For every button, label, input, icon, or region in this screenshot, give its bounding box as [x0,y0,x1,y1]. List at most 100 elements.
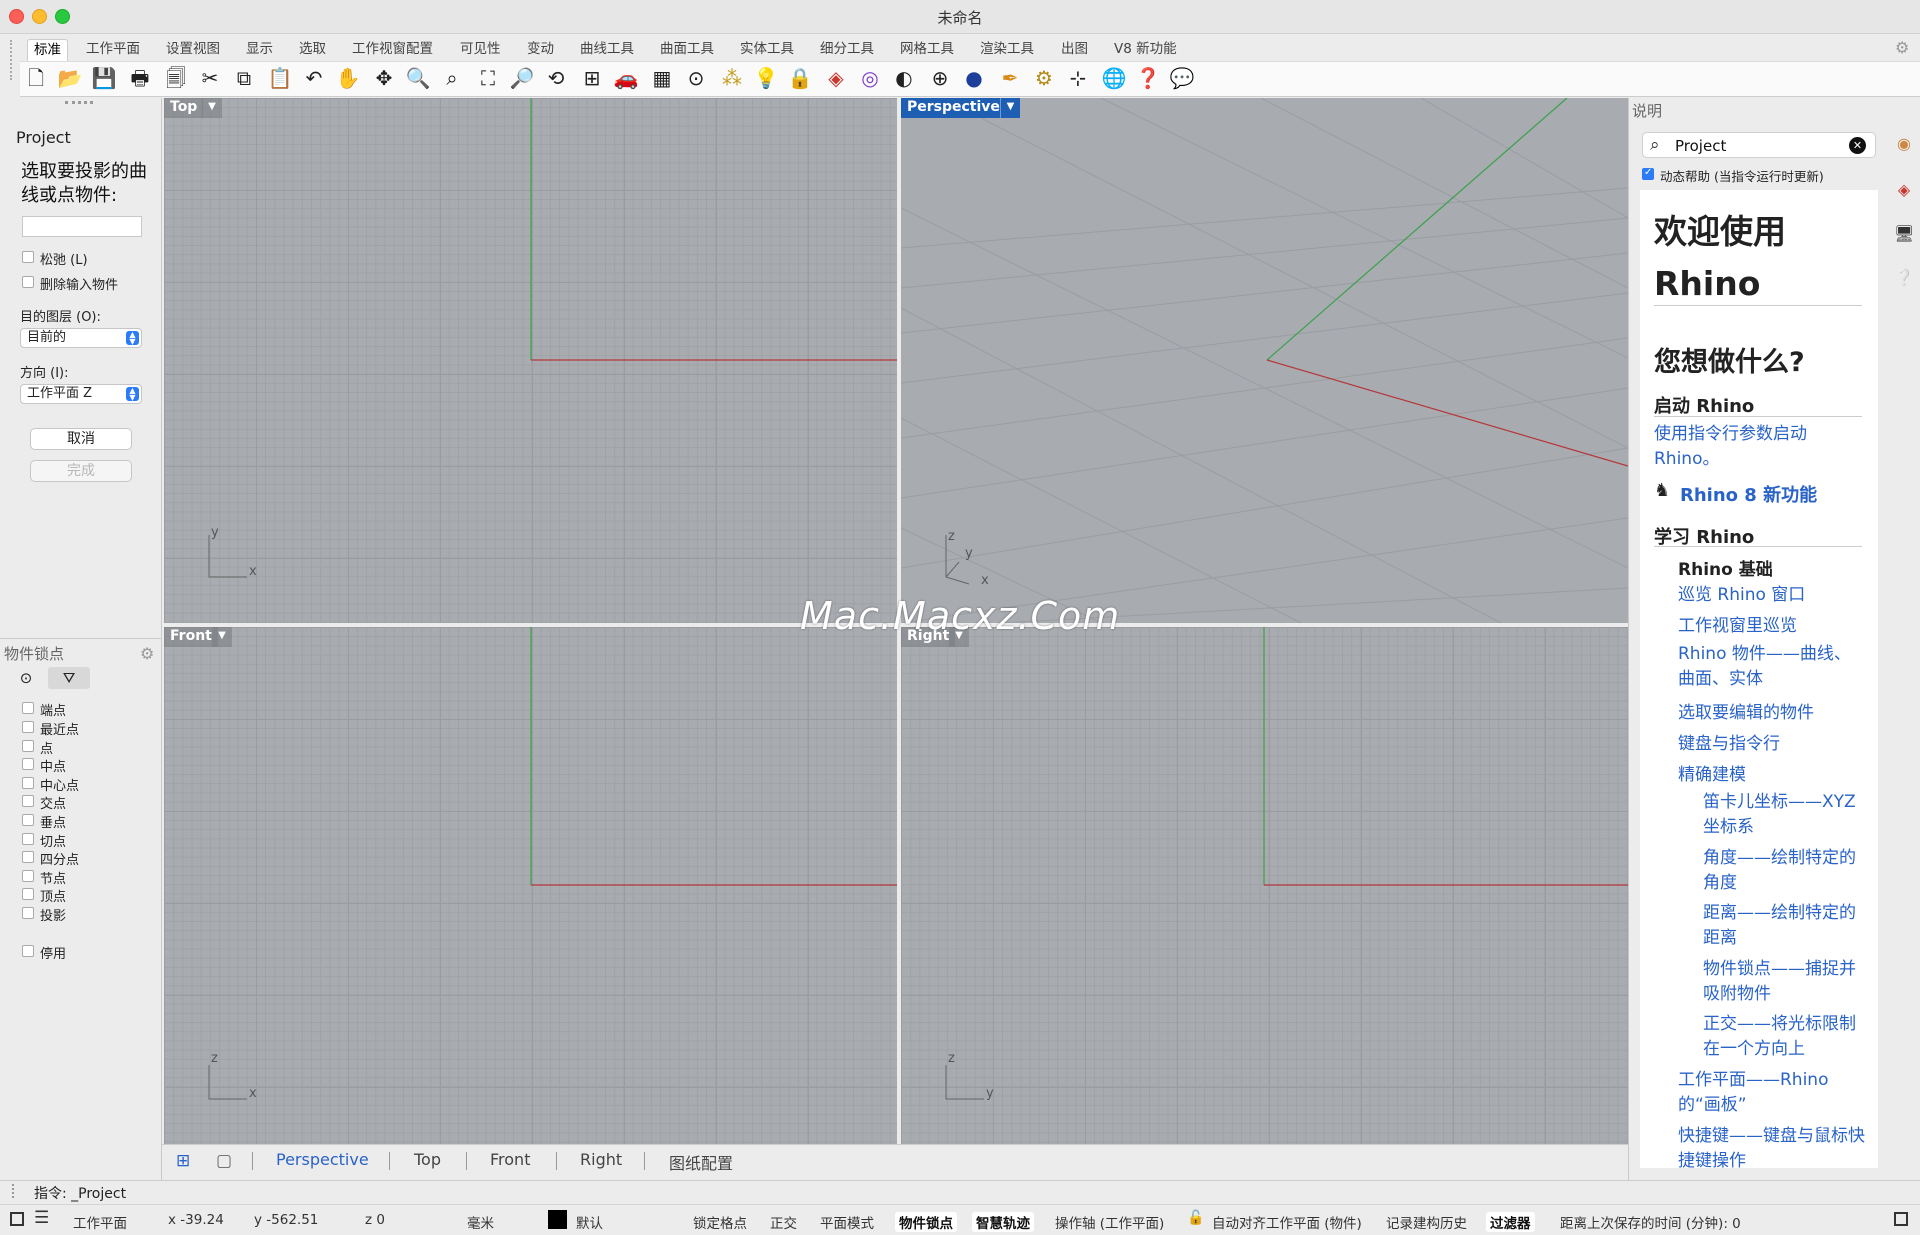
link-cmdline-launch[interactable]: 使用指令行参数启动 Rhino。 [1654,422,1854,472]
clear-search-icon[interactable]: ✕ [1849,137,1866,154]
tab-viewport-layout[interactable]: 工作视窗配置 [346,39,439,61]
tab-drafting[interactable]: 出图 [1055,39,1094,61]
globe-icon[interactable]: 🌐 [1100,64,1128,92]
status-gumball[interactable]: 操作轴 (工作平面) [1055,1212,1164,1232]
panel-toggle-icon[interactable] [1894,1212,1908,1226]
viewport-title-top[interactable]: Top [164,98,204,118]
tab-select[interactable]: 选取 [293,39,332,61]
delete-input-checkbox[interactable] [22,276,34,288]
car-icon[interactable]: 🚗 [612,64,640,92]
osnap-checkbox[interactable] [22,851,34,863]
osnap-checkbox[interactable] [22,740,34,752]
single-view-layout-icon[interactable]: ▢ [216,1151,232,1171]
plane-grid-icon[interactable]: ▦ [648,64,676,92]
gear-icon[interactable]: ⚙ [1895,38,1909,57]
viewport-tab-perspective[interactable]: Perspective [276,1150,369,1169]
osnap-target-icon[interactable]: ⊙ [5,667,47,689]
render-sphere-icon[interactable]: ● [960,64,988,92]
osnap-checkbox[interactable] [22,907,34,919]
gear-options-icon[interactable]: ⚙ [1030,64,1058,92]
command-line[interactable] [0,1180,1920,1204]
panel-toggle-icon[interactable] [10,1212,24,1226]
osnap-checkbox[interactable] [22,721,34,733]
help-sublink[interactable]: 物件锁点——捕捉并吸附物件 [1703,957,1868,1007]
help-sublink[interactable]: 角度——绘制特定的角度 [1703,846,1868,896]
help-sublink[interactable]: 距离——绘制特定的距离 [1703,901,1868,951]
target-layer-select[interactable]: 目前的 ▲ ▼ [20,328,142,348]
zoom-window-icon[interactable]: ⌕ [438,64,466,92]
cancel-button[interactable]: 取消 [30,428,132,450]
help-link[interactable]: 工作平面——Rhino 的“画板” [1678,1068,1868,1118]
osnap-checkbox[interactable] [22,795,34,807]
zoom-extents-icon[interactable]: ⛶ [474,64,502,92]
chevron-down-icon[interactable]: ▼ [1000,98,1020,118]
pan-hand-icon[interactable]: ✋ [334,64,362,92]
wire-sphere-icon[interactable]: ⊕ [926,64,954,92]
tab-visibility[interactable]: 可见性 [454,39,507,61]
help-book-icon[interactable]: ❔ [1894,268,1914,288]
point-icon[interactable]: ⁂ [718,64,746,92]
copy-icon[interactable]: ⧉ [230,64,258,92]
status-history[interactable]: 记录建构历史 [1386,1212,1467,1232]
viewport-tab-top[interactable]: Top [414,1150,441,1169]
help-link[interactable]: 快捷键——键盘与鼠标快捷键操作 [1678,1124,1868,1168]
status-filter[interactable]: 过滤器 [1486,1212,1535,1232]
zoom-icon[interactable]: 🔍 [404,64,432,92]
rotate-view-icon[interactable]: ✥ [370,64,398,92]
viewport-perspective[interactable]: Perspective ▼ z y x [901,98,1628,623]
viewport-title-front[interactable]: Front [164,627,218,647]
import-icon[interactable]: 🗐 [162,64,190,92]
osnap-checkbox[interactable] [22,758,34,770]
chevron-down-icon[interactable]: ▼ [202,98,222,118]
tab-mesh-tools[interactable]: 网格工具 [894,39,960,61]
lock-icon[interactable]: 🔒 [786,64,814,92]
color-wheel-icon[interactable]: ◎ [856,64,884,92]
tab-set-view[interactable]: 设置视图 [160,39,226,61]
chat-icon[interactable]: 💬 [1168,64,1196,92]
viewport-front[interactable]: Front ▼ z x [164,627,897,1144]
tab-curve-tools[interactable]: 曲线工具 [574,39,640,61]
tab-cplanes[interactable]: 工作平面 [80,39,146,61]
four-view-layout-icon[interactable]: ⊞ [176,1151,190,1171]
tab-render-tools[interactable]: 渲染工具 [974,39,1040,61]
command-grip[interactable] [12,1184,15,1198]
shaded-sphere-icon[interactable]: ◐ [890,64,918,92]
tab-surface-tools[interactable]: 曲面工具 [654,39,720,61]
viewport-tab-front[interactable]: Front [490,1150,530,1169]
tab-display[interactable]: 显示 [240,39,279,61]
light-bulb-icon[interactable]: 💡 [752,64,780,92]
pen-nib-icon[interactable]: ✒ [996,64,1024,92]
dynamic-help-checkbox[interactable] [1642,167,1654,180]
tab-v8-new[interactable]: V8 新功能 [1108,39,1183,61]
direction-select[interactable]: 工作平面 Z ▲ ▼ [20,384,142,404]
viewport-title-perspective[interactable]: Perspective [901,98,1006,118]
tab-standard[interactable]: 标准 [27,39,68,61]
four-viewports-icon[interactable]: ⊞ [578,64,606,92]
layer-icon[interactable]: ◈ [822,64,850,92]
tab-solid-tools[interactable]: 实体工具 [734,39,800,61]
lock-icon[interactable]: 🔓 [1187,1210,1204,1226]
undo-icon[interactable]: ↶ [300,64,328,92]
osnap-disable-checkbox[interactable] [22,945,34,957]
layers-icon[interactable]: ◈ [1894,180,1914,200]
print-icon[interactable]: 🖶 [126,64,154,92]
help-link[interactable]: 工作视窗里巡览 [1678,611,1797,636]
layer-color-swatch[interactable] [548,1210,567,1229]
panel-grip[interactable] [65,101,93,105]
open-folder-icon[interactable]: 📂 [56,64,84,92]
list-icon[interactable]: ☰ [34,1208,49,1228]
done-button[interactable]: 完成 [30,460,132,482]
status-cplane[interactable]: 工作平面 [73,1212,127,1232]
tab-subd-tools[interactable]: 细分工具 [814,39,880,61]
chevron-down-icon[interactable]: ▼ [212,627,232,647]
status-osnap[interactable]: 物件锁点 [895,1212,957,1232]
status-smarttrack[interactable]: 智慧轨迹 [972,1212,1034,1232]
help-sublink[interactable]: 笛卡儿坐标——XYZ坐标系 [1703,790,1868,840]
new-file-icon[interactable]: 🗋 [22,64,50,92]
viewport-top[interactable]: Top ▼ y x [164,98,897,623]
status-autoalign[interactable]: 自动对齐工作平面 (物件) [1212,1212,1362,1232]
zoom-selected-icon[interactable]: 🔎 [508,64,536,92]
help-sublink[interactable]: 正交——将光标限制在一个方向上 [1703,1012,1868,1062]
gumball-icon[interactable]: ⊹ [1064,64,1092,92]
gear-icon[interactable]: ⚙ [140,644,154,663]
